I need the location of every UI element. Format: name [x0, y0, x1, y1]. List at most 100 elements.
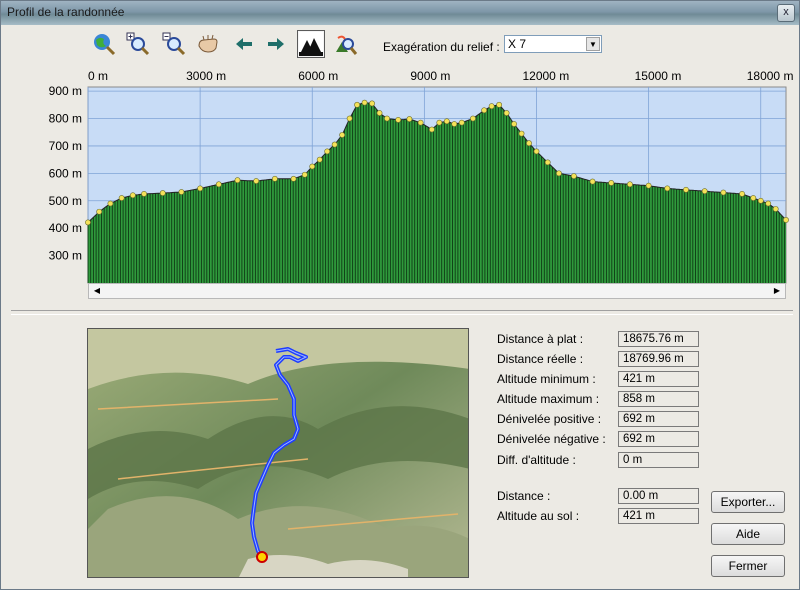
globe-zoom-button[interactable]	[91, 31, 117, 57]
elevation-point	[451, 121, 458, 127]
elevation-point	[309, 163, 316, 170]
x-tick-label: 0 m	[88, 69, 108, 83]
pan-button[interactable]	[195, 31, 221, 57]
relief-exaggeration-label: Exagération du relief :	[383, 40, 500, 54]
title-bar[interactable]: Profil de la randonnée x	[1, 1, 799, 25]
stat-value: 0.00 m	[618, 488, 699, 504]
panel-divider[interactable]	[11, 310, 793, 315]
elevation-point	[436, 119, 443, 126]
stat-value: 692 m	[618, 411, 699, 427]
elevation-point	[503, 110, 510, 116]
relief-exaggeration-value: X 7	[508, 37, 527, 51]
elevation-point	[406, 116, 413, 122]
zoom-out-button[interactable]	[161, 31, 187, 57]
elevation-point	[627, 181, 633, 188]
elevation-point	[107, 200, 114, 207]
arrow-right-icon	[268, 38, 284, 50]
elevation-point	[428, 126, 435, 133]
help-button[interactable]: Aide	[711, 523, 785, 545]
window-title: Profil de la randonnée	[7, 5, 125, 19]
next-button[interactable]	[263, 31, 289, 57]
elevation-point	[458, 119, 465, 126]
profile-horizontal-scrollbar[interactable]: ◀ ▶	[88, 283, 786, 299]
close-button[interactable]: Fermer	[711, 555, 785, 577]
elevation-point	[324, 148, 331, 155]
export-button[interactable]: Exporter...	[711, 491, 785, 513]
elevation-point	[765, 200, 772, 207]
elevation-profile-chart[interactable]: 0 m 3000 m 6000 m 9000 m 12000 m 15000 m 18000…	[1, 63, 800, 285]
scroll-right-icon[interactable]: ▶	[770, 284, 784, 298]
elevation-point	[234, 177, 241, 184]
elevation-point	[271, 175, 278, 182]
zoom-in-button[interactable]	[125, 31, 151, 57]
elevation-point	[301, 171, 308, 178]
y-tick-label: 500 m	[49, 194, 82, 208]
y-tick-label: 700 m	[49, 139, 82, 153]
elevation-point	[141, 191, 147, 197]
scroll-left-icon[interactable]: ◀	[90, 284, 104, 298]
elevation-point	[664, 185, 671, 192]
stat-label: Altitude au sol :	[497, 509, 580, 523]
trees-terrain-icon	[299, 32, 323, 56]
elevation-point	[589, 178, 596, 185]
elevation-point	[290, 175, 297, 182]
elevation-point	[331, 141, 338, 148]
elevation-point	[118, 195, 125, 201]
arrow-left-icon	[236, 38, 252, 50]
hand-pan-icon	[198, 34, 218, 53]
stat-value: 421 m	[618, 371, 699, 387]
stat-value: 18675.76 m	[618, 331, 699, 347]
elevation-point	[783, 217, 789, 223]
elevation-point	[361, 99, 368, 106]
zoom-out-icon	[162, 32, 186, 56]
stat-value: 421 m	[618, 508, 699, 524]
elevation-point	[96, 208, 103, 215]
profile-window: Profil de la randonnée x Exagération du …	[0, 0, 800, 590]
elevation-point	[384, 115, 390, 122]
route-search-button[interactable]	[333, 31, 359, 57]
previous-button[interactable]	[231, 31, 257, 57]
stat-value: 692 m	[618, 431, 699, 447]
relief-exaggeration-select[interactable]: X 7 ▼	[504, 35, 602, 53]
elevation-point	[511, 121, 517, 127]
elevation-point	[533, 148, 540, 155]
y-tick-label: 400 m	[49, 221, 82, 235]
stat-label: Distance :	[497, 489, 551, 503]
chevron-down-icon[interactable]: ▼	[586, 37, 600, 51]
terrain-view-button[interactable]	[297, 30, 325, 58]
elevation-point	[526, 140, 532, 147]
route-search-icon	[336, 35, 358, 55]
elevation-point	[339, 132, 346, 138]
x-tick-label: 3000 m	[186, 69, 226, 83]
x-tick-label: 15000 m	[635, 69, 682, 83]
globe-zoom-icon	[94, 34, 116, 56]
x-tick-label: 9000 m	[410, 69, 450, 83]
map-terrain	[88, 329, 468, 577]
stat-value: 858 m	[618, 391, 699, 407]
stat-label: Altitude maximum :	[497, 392, 600, 406]
elevation-point	[739, 191, 745, 197]
stat-label: Altitude minimum :	[497, 372, 596, 386]
route-map[interactable]	[87, 328, 469, 578]
elevation-point	[354, 101, 360, 108]
y-tick-label: 600 m	[49, 166, 82, 180]
x-tick-label: 12000 m	[522, 69, 569, 83]
elevation-point	[701, 188, 708, 195]
elevation-point	[570, 173, 577, 179]
elevation-point	[757, 197, 764, 204]
stat-label: Dénivelée positive :	[497, 412, 602, 426]
elevation-point	[215, 181, 222, 188]
elevation-point	[417, 119, 424, 126]
stat-label: Dénivelée négative :	[497, 432, 606, 446]
elevation-point	[253, 178, 260, 184]
elevation-point	[488, 103, 495, 110]
elevation-point	[518, 130, 525, 137]
elevation-point	[197, 185, 204, 192]
close-window-button[interactable]: x	[777, 4, 795, 22]
elevation-point	[85, 219, 91, 226]
stat-label: Diff. d'altitude :	[497, 453, 576, 467]
stat-label: Distance à plat :	[497, 332, 584, 346]
elevation-point	[443, 118, 450, 125]
elevation-point	[645, 182, 652, 189]
elevation-point	[496, 101, 503, 108]
